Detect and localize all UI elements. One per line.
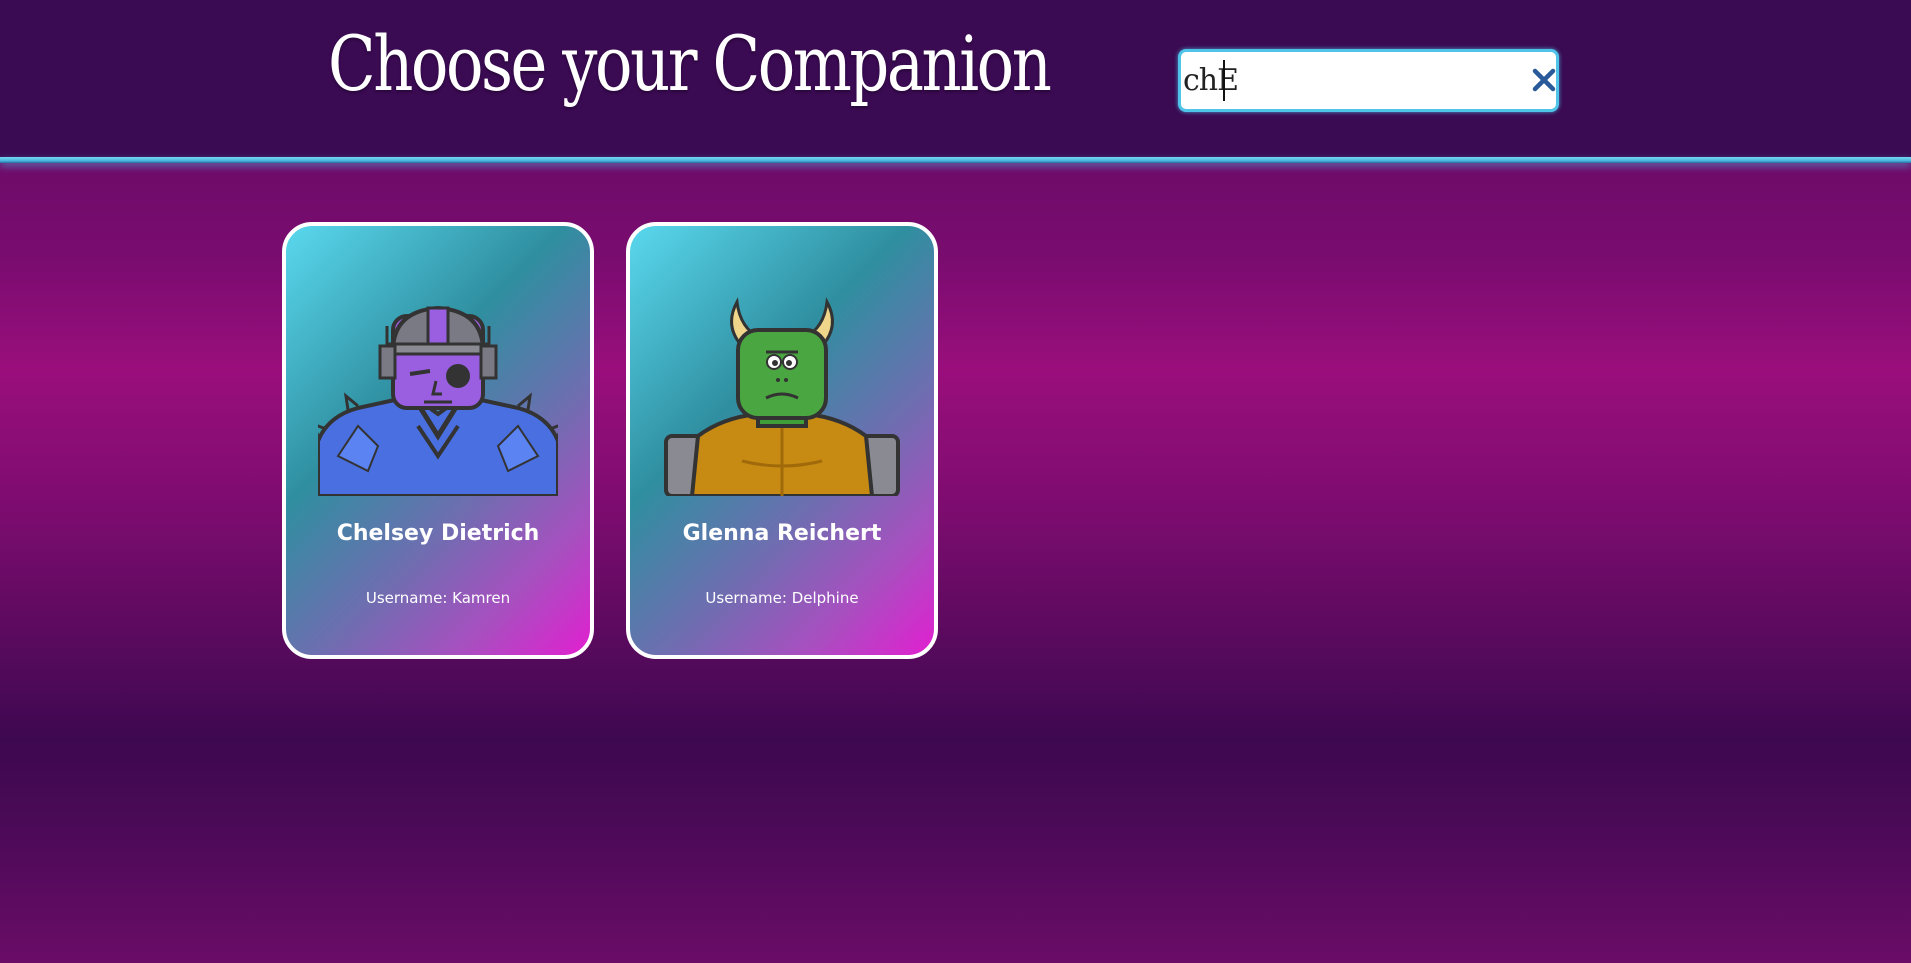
page-title: Choose your Companion	[328, 19, 1052, 108]
search-box[interactable]	[1178, 49, 1559, 112]
header-divider	[0, 157, 1911, 163]
text-caret	[1223, 60, 1225, 101]
search-input[interactable]	[1183, 54, 1503, 107]
card-username: Username: Delphine	[705, 589, 859, 607]
robot-avatar-icon	[318, 305, 558, 496]
monster-avatar-icon	[664, 297, 900, 496]
companion-card[interactable]: Chelsey Dietrich Username: Kamren	[282, 222, 594, 659]
companion-card[interactable]: Glenna Reichert Username: Delphine	[626, 222, 938, 659]
clear-search-button[interactable]	[1525, 61, 1563, 99]
card-name: Glenna Reichert	[682, 521, 882, 546]
card-name: Chelsey Dietrich	[336, 521, 540, 546]
header: Choose your Companion	[0, 0, 1911, 157]
close-icon[interactable]	[1532, 68, 1556, 92]
card-username: Username: Kamren	[365, 589, 511, 607]
